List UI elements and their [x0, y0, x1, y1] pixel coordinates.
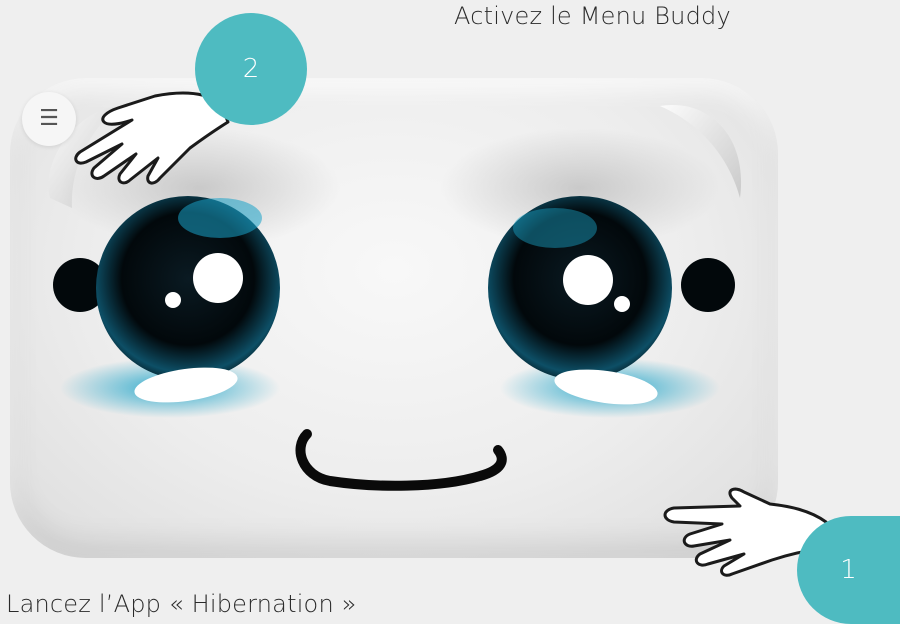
left-eye-highlight-large	[193, 253, 243, 303]
menu-button[interactable]: ☰	[22, 92, 76, 146]
menu-icon: ☰	[39, 106, 59, 131]
left-eye-sheen	[178, 198, 262, 238]
left-eye-highlight-small	[165, 292, 181, 308]
right-eye-highlight-small	[614, 296, 630, 312]
instruction-launch-hibernation: Lancez l’App « Hibernation »	[6, 590, 357, 618]
instruction-activate-menu: Activez le Menu Buddy	[454, 2, 731, 30]
right-eye-side-lobe	[681, 258, 735, 312]
step-1-badge: 1	[797, 516, 900, 624]
right-eye-sheen	[513, 208, 597, 248]
mouth	[295, 429, 507, 491]
step-2-badge: 2	[195, 13, 307, 125]
right-eye-highlight-large	[563, 255, 613, 305]
